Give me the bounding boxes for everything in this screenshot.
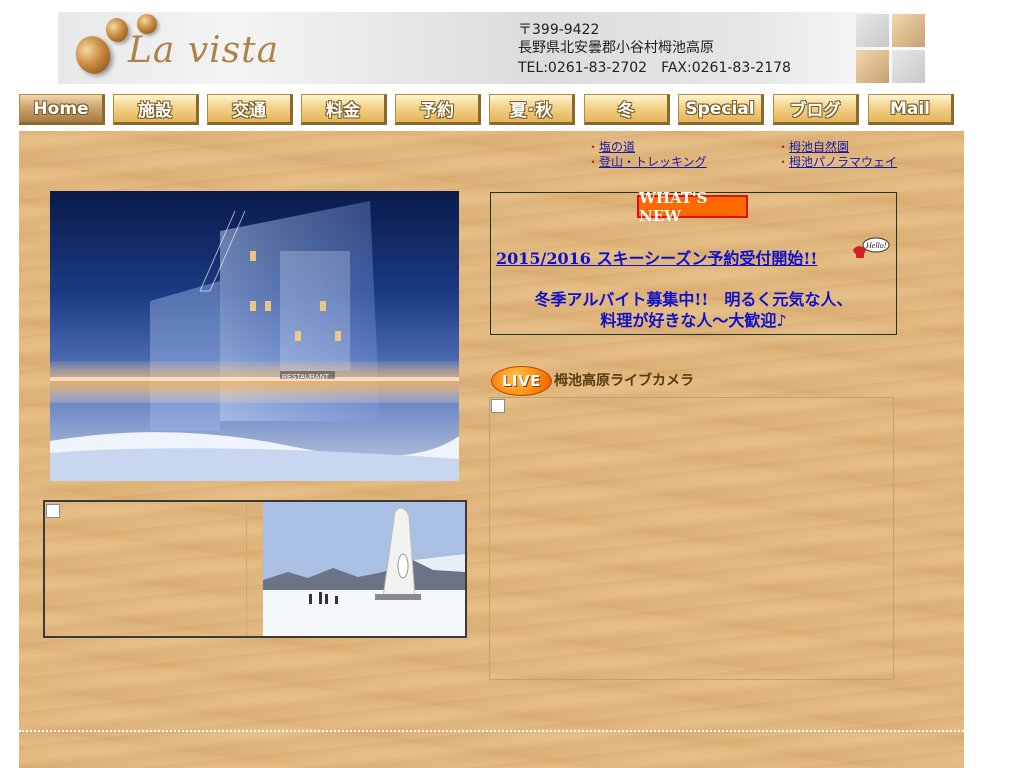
nav-label: Special [685, 98, 755, 119]
snow-monument-photo[interactable] [263, 502, 465, 636]
news-headline-link[interactable]: 2015/2016 スキーシーズン予約受付開始!! [496, 245, 817, 269]
nav-home[interactable]: Home [19, 94, 105, 125]
live-badge: LIVE [491, 366, 552, 396]
phone-icon: Hello! [853, 237, 890, 258]
nav-access[interactable]: 交通 [207, 94, 293, 125]
nav-label: Home [33, 98, 89, 119]
nav-label: ブログ [789, 101, 841, 121]
nav-winter[interactable]: 冬 [584, 94, 670, 125]
sublink-item: ・栂池パノラマウェイ [777, 151, 897, 170]
contact-info: TEL:0261-83-2702 FAX:0261-83-2178 [518, 60, 791, 76]
site-logo[interactable]: La vista [128, 30, 279, 71]
nav-label: 夏･秋 [509, 101, 553, 121]
deco-tile [856, 50, 889, 83]
bullet: ・ [587, 155, 600, 169]
address: 長野県北安曇郡小谷村栂池高原 [518, 40, 714, 56]
deco-tile [892, 14, 925, 47]
sublink-trekking[interactable]: 登山・トレッキング [599, 155, 707, 169]
postal-code: 〒399-9422 [518, 22, 600, 38]
footer-divider [19, 730, 964, 732]
lodge-night-photo: RESTAURANT [50, 191, 459, 481]
snow-scene-illustration [263, 502, 465, 636]
nav-special[interactable]: Special [678, 94, 764, 125]
hello-text: Hello! [865, 241, 887, 250]
live-camera-frame[interactable] [489, 397, 894, 680]
news-line-2: 料理が好きな人～大歓迎♪ [600, 311, 787, 330]
live-camera-title: 栂池高原ライブカメラ [554, 373, 694, 389]
whats-new-badge: WHAT'S NEW [637, 189, 748, 225]
nav-label: 料金 [326, 101, 360, 121]
nav-label: 冬 [617, 101, 635, 121]
thumbnail-left[interactable] [45, 502, 247, 636]
nav-label: 施設 [138, 101, 172, 121]
bullet: ・ [777, 155, 790, 169]
nav-price[interactable]: 料金 [301, 94, 387, 125]
lodge-illustration: RESTAURANT [50, 191, 459, 481]
broken-image-icon [46, 504, 60, 518]
nav-blog[interactable]: ブログ [773, 94, 859, 125]
deco-tile [856, 14, 889, 47]
hello-phone-icon: Hello! [850, 236, 890, 264]
nav-summer-autumn[interactable]: 夏･秋 [489, 94, 575, 125]
nav-label: 交通 [232, 101, 266, 121]
nav-label: 予約 [420, 101, 454, 121]
sublink-item: ・登山・トレッキング [587, 151, 707, 170]
nav-mail[interactable]: Mail [868, 94, 954, 125]
nav-facilities[interactable]: 施設 [113, 94, 199, 125]
deco-tile [892, 50, 925, 83]
broken-image-icon [491, 399, 505, 413]
nav-label: Mail [889, 98, 931, 119]
sublink-panorama-way[interactable]: 栂池パノラマウェイ [789, 155, 897, 169]
restaurant-sign: RESTAURANT [282, 374, 330, 381]
nav-reservation[interactable]: 予約 [395, 94, 481, 125]
